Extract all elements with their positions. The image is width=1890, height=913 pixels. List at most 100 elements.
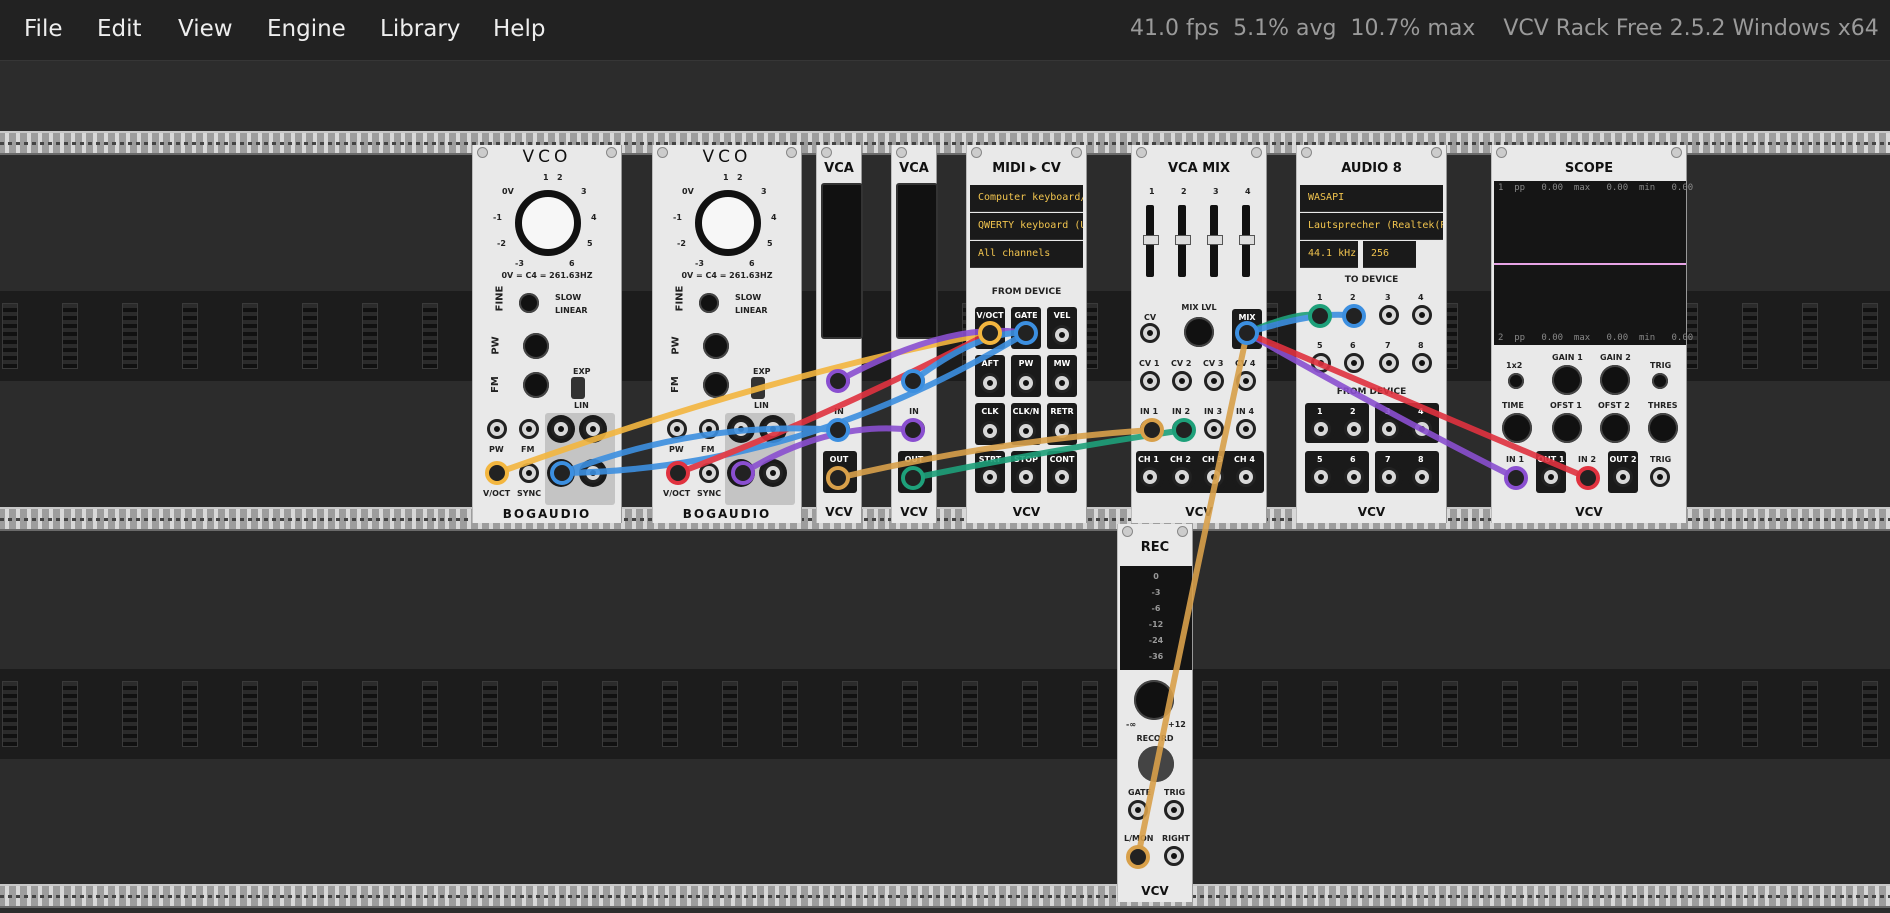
to-device-2-jack[interactable] bbox=[1344, 305, 1364, 325]
ch4-out-jack[interactable] bbox=[1236, 467, 1256, 487]
audio-device-select[interactable]: Lautsprecher (Realtek(R) A bbox=[1300, 213, 1443, 240]
in1-jack[interactable] bbox=[1140, 419, 1160, 439]
scope-out1-jack[interactable] bbox=[1541, 467, 1561, 487]
cv1-jack[interactable] bbox=[1140, 371, 1160, 391]
stop-out-jack[interactable] bbox=[1016, 467, 1036, 487]
aft-out-jack[interactable] bbox=[980, 373, 1000, 393]
pw-out-jack[interactable] bbox=[1016, 373, 1036, 393]
in4-jack[interactable] bbox=[1236, 419, 1256, 439]
out-jack[interactable] bbox=[830, 467, 850, 487]
from-device-2-jack[interactable] bbox=[1344, 419, 1364, 439]
channel-1-fader[interactable] bbox=[1143, 205, 1159, 277]
pw-jack[interactable] bbox=[487, 419, 507, 439]
rec-module[interactable]: REC 0 -3 -6 -12 -24 -36 -∞ +12 RECORD GA… bbox=[1117, 524, 1193, 902]
vco-module-1[interactable]: VCO 0V 1 2 3 4 5 6 -3 -2 -1 0V = C4 = 26… bbox=[472, 145, 622, 523]
gate-jack[interactable] bbox=[1128, 800, 1148, 820]
fine-knob[interactable] bbox=[519, 293, 539, 313]
ofst1-knob[interactable] bbox=[1552, 413, 1582, 443]
from-device-8-jack[interactable] bbox=[1412, 467, 1432, 487]
retr-out-jack[interactable] bbox=[1052, 421, 1072, 441]
to-device-4-jack[interactable] bbox=[1412, 305, 1432, 325]
in-jack[interactable] bbox=[905, 419, 925, 439]
square-out-jack[interactable] bbox=[551, 419, 571, 439]
from-device-7-jack[interactable] bbox=[1379, 467, 1399, 487]
menu-help[interactable]: Help bbox=[493, 16, 545, 42]
scope-trig-jack[interactable] bbox=[1650, 467, 1670, 487]
level-slider[interactable] bbox=[896, 183, 938, 339]
fm-jack[interactable] bbox=[519, 419, 539, 439]
x2-button[interactable] bbox=[1508, 373, 1524, 389]
channel-3-fader[interactable] bbox=[1207, 205, 1223, 277]
pw-knob[interactable] bbox=[703, 333, 729, 359]
from-device-3-jack[interactable] bbox=[1379, 419, 1399, 439]
audio8-module[interactable]: AUDIO 8 WASAPI Lautsprecher (Realtek(R) … bbox=[1296, 145, 1447, 523]
scope-in1-jack[interactable] bbox=[1506, 467, 1526, 487]
voct-jack[interactable] bbox=[487, 463, 507, 483]
midi-device-select[interactable]: QWERTY keyboard (US) bbox=[970, 213, 1083, 240]
ch1-out-jack[interactable] bbox=[1140, 467, 1160, 487]
right-jack[interactable] bbox=[1164, 846, 1184, 866]
cv-jack[interactable] bbox=[830, 371, 850, 391]
from-device-4-jack[interactable] bbox=[1412, 419, 1432, 439]
thres-knob[interactable] bbox=[1648, 413, 1678, 443]
gain2-knob[interactable] bbox=[1600, 365, 1630, 395]
fm-jack[interactable] bbox=[699, 419, 719, 439]
frequency-knob[interactable] bbox=[515, 190, 581, 256]
record-button[interactable] bbox=[1138, 746, 1174, 782]
clkn-out-jack[interactable] bbox=[1016, 421, 1036, 441]
exp-lin-switch[interactable] bbox=[751, 377, 765, 399]
from-device-1-jack[interactable] bbox=[1311, 419, 1331, 439]
scope-module[interactable]: SCOPE 1 pp 0.00 max 0.00 min 0.00 2 pp 0… bbox=[1491, 145, 1693, 523]
mix-level-knob[interactable] bbox=[1184, 317, 1214, 347]
exp-lin-switch[interactable] bbox=[571, 377, 585, 399]
vco-module-2[interactable]: VCO 0V 1 2 3 4 5 6 -3 -2 -1 0V = C4 = 26… bbox=[652, 145, 802, 523]
to-device-6-jack[interactable] bbox=[1344, 353, 1364, 373]
channel-2-fader[interactable] bbox=[1175, 205, 1191, 277]
from-device-5-jack[interactable] bbox=[1311, 467, 1331, 487]
voct-out-jack[interactable] bbox=[980, 325, 1000, 345]
trig-button[interactable] bbox=[1652, 373, 1668, 389]
scope-display[interactable]: 1 pp 0.00 max 0.00 min 0.00 2 pp 0.00 ma… bbox=[1494, 181, 1693, 345]
strt-out-jack[interactable] bbox=[980, 467, 1000, 487]
mix-out-jack[interactable] bbox=[1237, 325, 1257, 345]
audio-driver-select[interactable]: WASAPI bbox=[1300, 185, 1443, 212]
gain1-knob[interactable] bbox=[1552, 365, 1582, 395]
left-mono-jack[interactable] bbox=[1128, 846, 1148, 866]
from-device-6-jack[interactable] bbox=[1344, 467, 1364, 487]
cv2-jack[interactable] bbox=[1172, 371, 1192, 391]
cv4-jack[interactable] bbox=[1236, 371, 1256, 391]
mw-out-jack[interactable] bbox=[1052, 373, 1072, 393]
midi-driver-select[interactable]: Computer keyboard/mo bbox=[970, 185, 1083, 212]
to-device-3-jack[interactable] bbox=[1379, 305, 1399, 325]
triangle-out-jack[interactable] bbox=[731, 463, 751, 483]
cont-out-jack[interactable] bbox=[1052, 467, 1072, 487]
in2-jack[interactable] bbox=[1172, 419, 1192, 439]
frequency-knob[interactable] bbox=[695, 190, 761, 256]
in-jack[interactable] bbox=[830, 419, 850, 439]
midi-cv-module[interactable]: MIDI ▸ CV Computer keyboard/mo QWERTY ke… bbox=[966, 145, 1087, 523]
triangle-out-jack[interactable] bbox=[551, 463, 571, 483]
in3-jack[interactable] bbox=[1204, 419, 1224, 439]
ofst2-knob[interactable] bbox=[1600, 413, 1630, 443]
block-size-select[interactable]: 256 bbox=[1363, 241, 1416, 268]
to-device-5-jack[interactable] bbox=[1311, 353, 1331, 373]
sample-rate-select[interactable]: 44.1 kHz bbox=[1300, 241, 1358, 268]
scope-out2-jack[interactable] bbox=[1613, 467, 1633, 487]
sync-jack[interactable] bbox=[699, 463, 719, 483]
midi-channel-select[interactable]: All channels bbox=[970, 241, 1083, 268]
channel-4-fader[interactable] bbox=[1239, 205, 1255, 277]
pw-jack[interactable] bbox=[667, 419, 687, 439]
fm-knob[interactable] bbox=[523, 372, 549, 398]
cv3-jack[interactable] bbox=[1204, 371, 1224, 391]
menu-library[interactable]: Library bbox=[380, 16, 460, 42]
vca-mix-module[interactable]: VCA MIX 1 2 3 4 MIX LVL CV MIX CV 1 CV 2… bbox=[1131, 145, 1267, 523]
time-knob[interactable] bbox=[1502, 413, 1532, 443]
vel-out-jack[interactable] bbox=[1052, 325, 1072, 345]
fm-knob[interactable] bbox=[703, 372, 729, 398]
to-device-8-jack[interactable] bbox=[1412, 353, 1432, 373]
level-slider[interactable] bbox=[821, 183, 863, 339]
sync-jack[interactable] bbox=[519, 463, 539, 483]
fine-knob[interactable] bbox=[699, 293, 719, 313]
menu-engine[interactable]: Engine bbox=[267, 16, 346, 42]
voct-jack[interactable] bbox=[667, 463, 687, 483]
